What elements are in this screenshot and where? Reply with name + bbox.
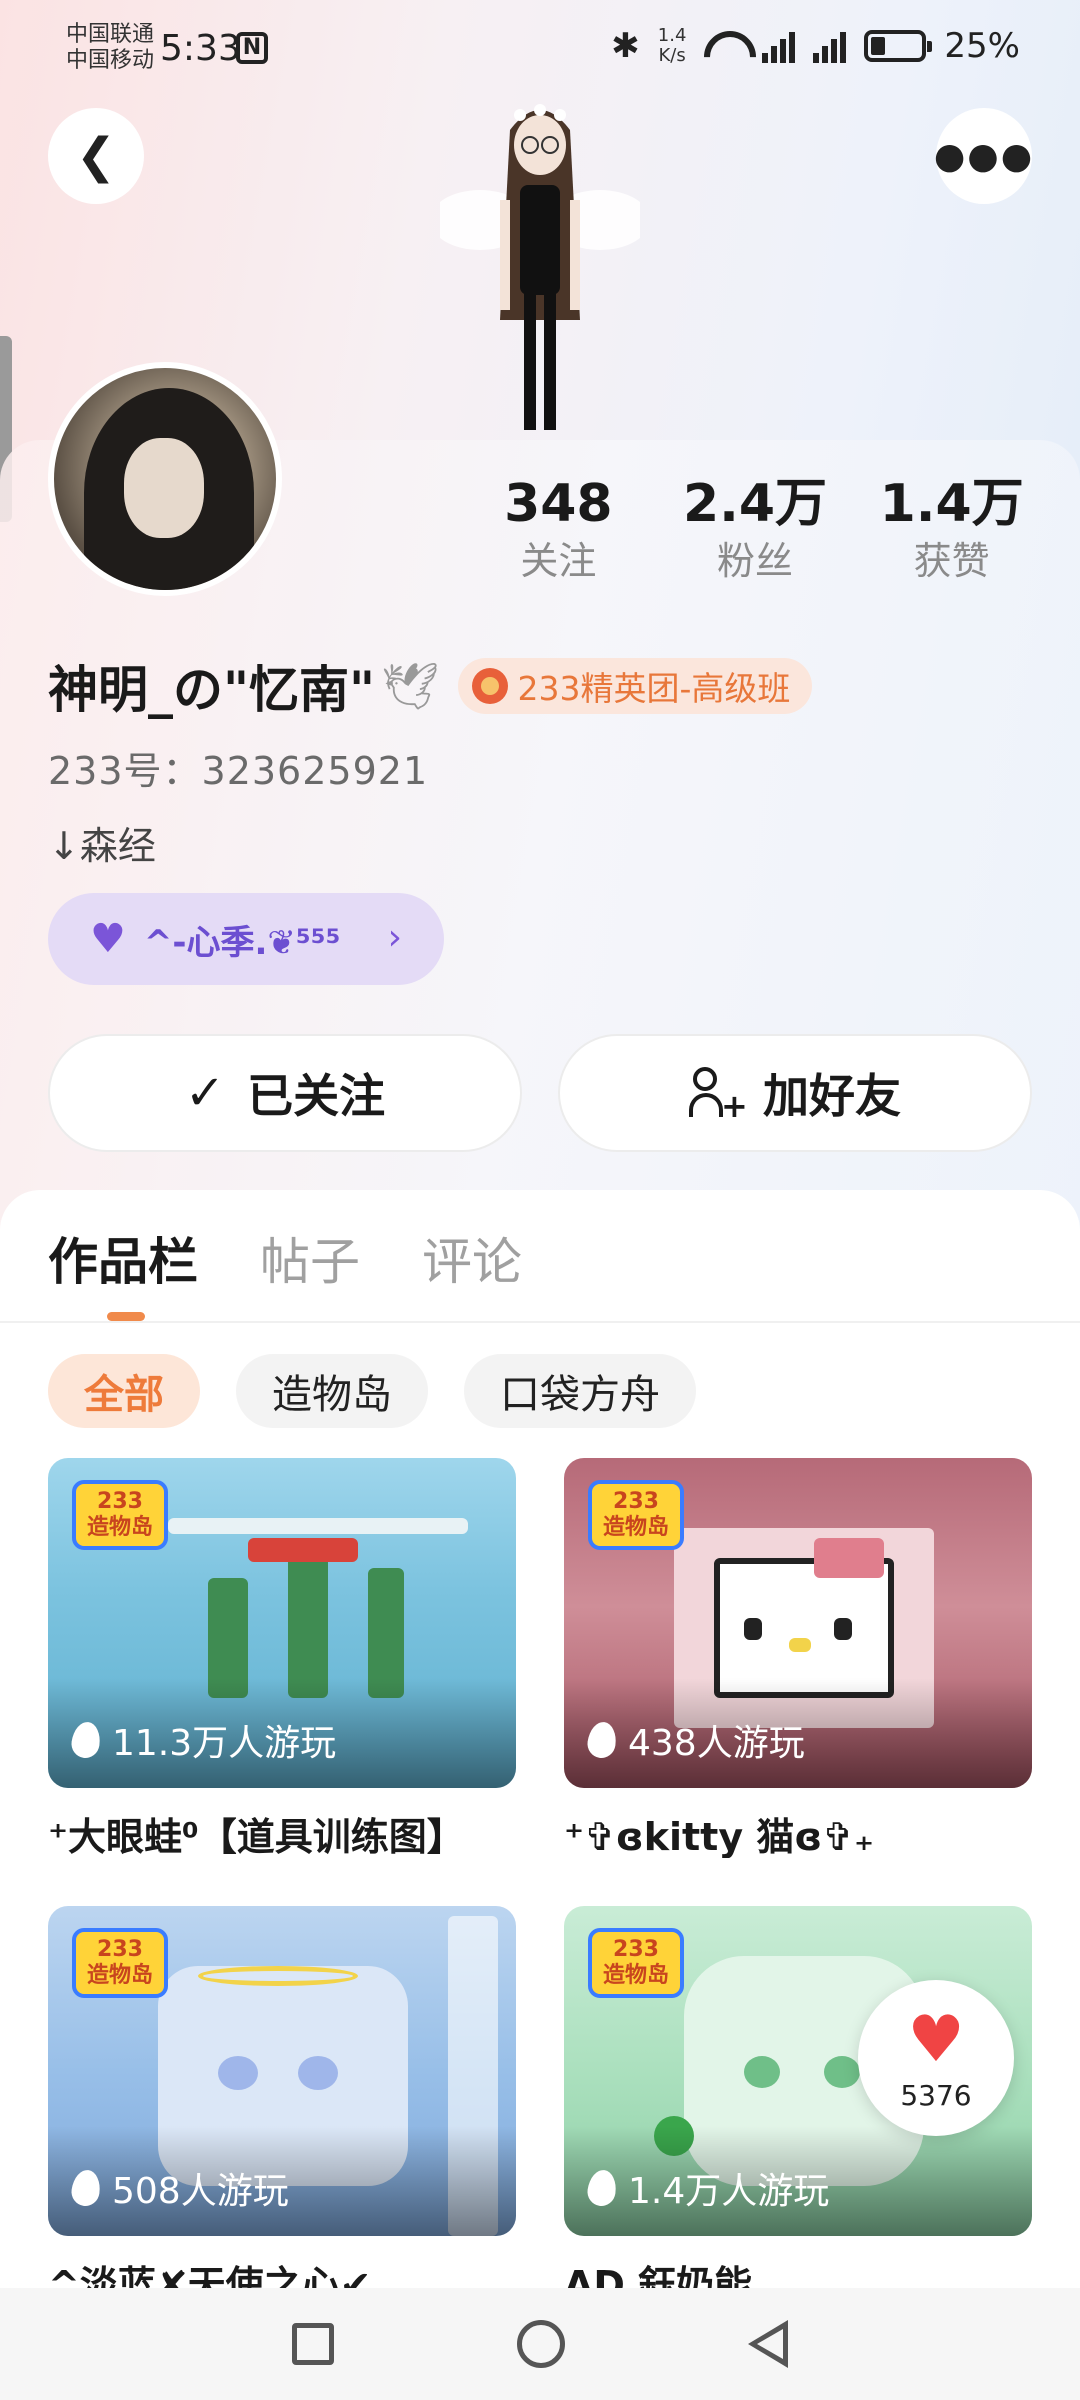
work-card[interactable]: 233 造物岛 11.3万人游玩 ⁺大眼蛙⁰【道具训练图】 — [48, 1458, 516, 1858]
following-button[interactable]: ✓ 已关注 — [48, 1034, 522, 1152]
creation-island-logo: 233 造物岛 — [72, 1480, 168, 1550]
work-card[interactable]: 233 造物岛 508人游玩 ^淡蓝✘天使之心✔ — [48, 1906, 516, 2306]
add-friend-button[interactable]: + 加好友 — [558, 1034, 1032, 1152]
work-thumbnail: 233 造物岛 438人游玩 — [564, 1458, 1032, 1788]
chevron-right-icon: › — [387, 917, 402, 958]
check-icon: ✓ — [184, 1065, 226, 1121]
content-tabs: 作品栏 帖子 评论 — [48, 1222, 522, 1294]
bluetooth-icon: ✱ — [611, 26, 640, 66]
back-button[interactable]: ❮ — [48, 108, 144, 204]
flame-icon — [69, 2168, 103, 2208]
work-card[interactable]: 233 造物岛 438人游玩 ⁺✞ɞkitty 猫ɞ✞₊ — [564, 1458, 1032, 1858]
tab-indicator — [107, 1312, 145, 1321]
creation-island-logo: 233 造物岛 — [72, 1928, 168, 1998]
work-thumbnail: 233 造物岛 11.3万人游玩 — [48, 1458, 516, 1788]
play-count: 508人游玩 — [69, 2162, 289, 2214]
play-count: 438人游玩 — [585, 1714, 805, 1766]
tab-posts[interactable]: 帖子 — [260, 1222, 360, 1294]
more-dots-icon: ●●● — [933, 135, 1035, 177]
status-icons: ✱ 1.4 K/s 25% — [611, 26, 1020, 67]
logo-number: 233 — [97, 1489, 143, 1514]
filter-chips: 全部 造物岛 口袋方舟 — [48, 1354, 696, 1428]
medal-icon — [471, 668, 508, 704]
avatar-character-figure[interactable] — [440, 90, 640, 440]
like-count: 5376 — [900, 2078, 972, 2112]
like-button[interactable]: ♥ 5376 — [858, 1980, 1014, 2136]
more-button[interactable]: ●●● — [933, 108, 1035, 204]
back-triangle-icon[interactable] — [748, 2320, 789, 2368]
work-thumbnail: 233 造物岛 508人游玩 — [48, 1906, 516, 2236]
stat-fans-label: 粉丝 — [717, 539, 794, 583]
signal-icon-1 — [762, 29, 796, 63]
speed-unit: K/s — [658, 45, 686, 66]
chevron-left-icon: ❮ — [75, 128, 117, 184]
filter-all[interactable]: 全部 — [48, 1354, 200, 1428]
elite-badge[interactable]: 233精英团-高级班 — [457, 658, 813, 714]
stat-likes[interactable]: 1.4万 获赞 — [853, 472, 1050, 586]
wifi-icon — [704, 31, 744, 61]
filter-pocket-ark[interactable]: 口袋方舟 — [464, 1354, 696, 1428]
club-pill[interactable]: ♥ ^-心季.❦⁵⁵⁵ › — [48, 893, 444, 985]
logo-label: 造物岛 — [86, 1963, 153, 1988]
speed-value: 1.4 — [657, 25, 687, 46]
tab-works[interactable]: 作品栏 — [48, 1222, 198, 1294]
stat-likes-value: 1.4万 — [879, 474, 1024, 534]
work-title: ⁺大眼蛙⁰【道具训练图】 — [48, 1815, 465, 1858]
add-person-icon: + — [689, 1067, 748, 1122]
club-name: ^-心季.❦⁵⁵⁵ — [143, 922, 341, 963]
logo-number: 233 — [613, 1937, 659, 1962]
stat-fans-value: 2.4万 — [682, 474, 828, 534]
carrier-info: 中国联通 中国移动 — [66, 22, 154, 74]
recents-icon[interactable] — [291, 2323, 334, 2365]
user-name: 神明_の"忆南" — [48, 661, 376, 719]
creation-island-logo: 233 造物岛 — [588, 1480, 684, 1550]
work-title: ⁺✞ɞkitty 猫ɞ✞₊ — [564, 1815, 875, 1858]
profile-stats: 348 关注 2.4万 粉丝 1.4万 获赞 — [460, 472, 1050, 586]
avatar[interactable] — [48, 362, 282, 596]
logo-label: 造物岛 — [86, 1515, 153, 1540]
heart-icon: ♥ — [90, 916, 126, 962]
signature: ↓森经 — [48, 824, 156, 868]
logo-number: 233 — [613, 1489, 659, 1514]
play-count-label: 1.4万人游玩 — [628, 2171, 830, 2212]
home-icon[interactable] — [516, 2320, 565, 2368]
logo-label: 造物岛 — [602, 1963, 669, 1988]
nfc-icon: N — [236, 32, 268, 64]
name-row: 神明_の"忆南" 🕊 233精英团-高级班 — [48, 650, 813, 722]
following-label: 已关注 — [247, 1069, 386, 1123]
play-count: 11.3万人游玩 — [69, 1714, 337, 1766]
filter-creation-island[interactable]: 造物岛 — [236, 1354, 428, 1428]
play-count: 1.4万人游玩 — [585, 2162, 830, 2214]
flame-icon — [585, 2168, 619, 2208]
play-count-label: 11.3万人游玩 — [112, 1723, 337, 1764]
tab-comments[interactable]: 评论 — [422, 1222, 522, 1294]
user-id[interactable]: 233号：323625921 — [48, 740, 428, 795]
flame-icon — [585, 1720, 619, 1760]
logo-label: 造物岛 — [602, 1515, 669, 1540]
stat-following-label: 关注 — [520, 539, 597, 583]
stat-following-value: 348 — [504, 474, 613, 534]
carrier-2: 中国移动 — [66, 48, 155, 73]
carrier-1: 中国联通 — [66, 22, 155, 47]
stat-fans[interactable]: 2.4万 粉丝 — [657, 472, 854, 586]
clock: 5:33 — [160, 28, 241, 69]
dove-icon: 🕊 — [381, 658, 440, 713]
logo-number: 233 — [97, 1937, 143, 1962]
play-count-label: 438人游玩 — [628, 1723, 805, 1764]
network-speed: 1.4 K/s — [658, 26, 687, 66]
badge-label: 233精英团-高级班 — [517, 669, 791, 708]
status-bar: 中国联通 中国移动 5:33 N ✱ 1.4 K/s 25% — [0, 0, 1080, 100]
battery-icon — [864, 30, 933, 62]
tab-divider — [0, 1321, 1080, 1323]
stat-following[interactable]: 348 关注 — [460, 472, 657, 586]
system-nav-bar — [0, 2288, 1080, 2400]
creation-island-logo: 233 造物岛 — [588, 1928, 684, 1998]
play-count-label: 508人游玩 — [112, 2171, 289, 2212]
signal-icon-2 — [813, 29, 847, 63]
heart-icon: ♥ — [907, 2002, 965, 2077]
battery-percent: 25% — [944, 26, 1020, 66]
add-friend-label: 加好友 — [763, 1069, 901, 1123]
stat-likes-label: 获赞 — [913, 539, 990, 583]
flame-icon — [69, 1720, 103, 1760]
